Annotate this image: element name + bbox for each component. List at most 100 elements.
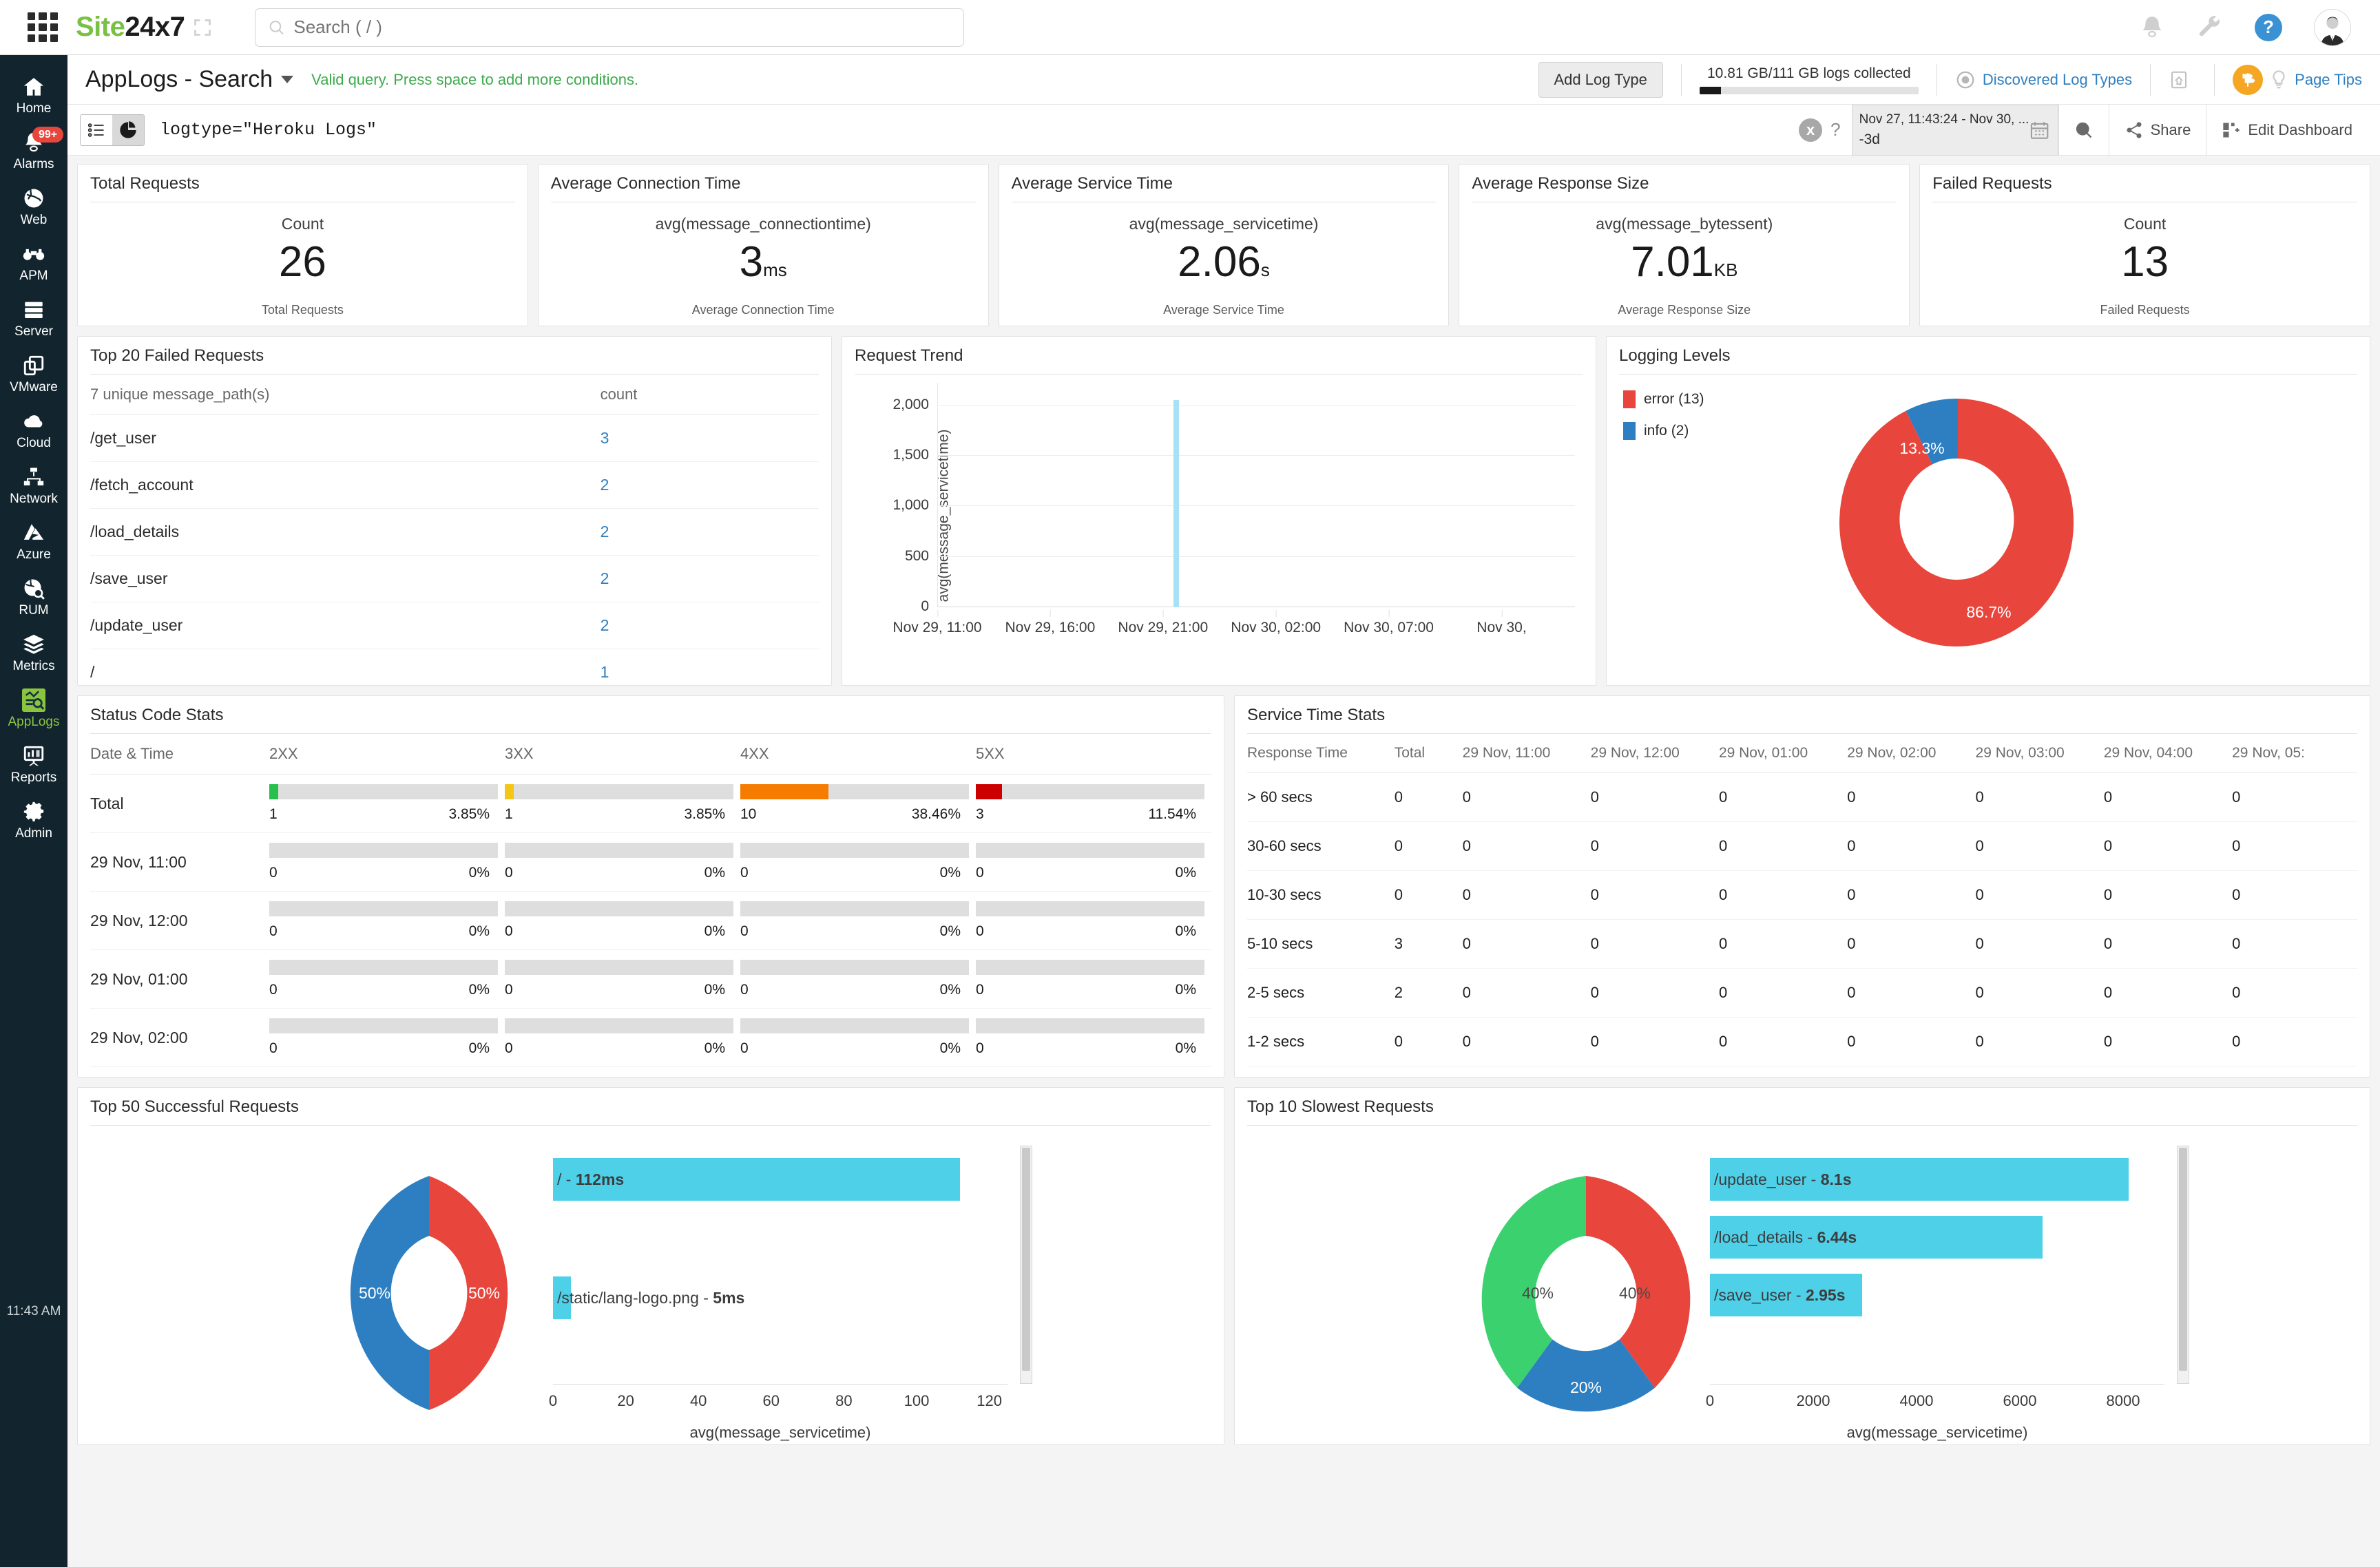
sidebar-item-alarms[interactable]: 99+ Alarms <box>0 123 67 179</box>
x-axis-tick: 8000 <box>2106 1392 2140 1409</box>
sidebar-item-apm[interactable]: APM <box>0 235 67 291</box>
service-time-cell: 0 <box>1590 1017 1719 1066</box>
status-percent: 0% <box>1175 923 1196 939</box>
bar-track <box>740 901 969 916</box>
clear-query-button[interactable]: x <box>1799 118 1823 142</box>
sidebar-item-network[interactable]: Network <box>0 458 67 514</box>
sidebar-item-server[interactable]: Server <box>0 291 67 346</box>
chart-view-icon[interactable] <box>112 114 144 145</box>
site24x7-logo[interactable]: Site24x7 <box>76 12 185 43</box>
kpi-card-4: Failed Requests Count 13 Failed Requests <box>1919 164 2370 326</box>
bar[interactable]: /load_details - 6.44s <box>1710 1216 2043 1259</box>
discovered-log-types-link[interactable]: Discovered Log Types <box>1983 71 2132 89</box>
column-header: 29 Nov, 11:00 <box>1462 734 1591 773</box>
service-time-cell: 0 <box>1718 919 1848 969</box>
sidebar-item-reports[interactable]: Reports <box>0 737 67 792</box>
sidebar-item-label: Admin <box>15 826 52 841</box>
app-grid-menu-icon[interactable] <box>28 12 58 43</box>
sidebar-item-cloud[interactable]: Cloud <box>0 402 67 458</box>
table-row[interactable]: /fetch_account 2 <box>90 461 819 509</box>
sidebar-item-home[interactable]: Home <box>0 67 67 123</box>
avatar[interactable] <box>2314 8 2351 46</box>
status-percent: 0% <box>468 1040 490 1056</box>
bar[interactable]: /static/lang-logo.png - 5ms <box>553 1276 744 1319</box>
chevron-down-icon[interactable] <box>281 76 294 83</box>
bar-track <box>269 784 498 799</box>
sidebar-item-azure[interactable]: Azure <box>0 514 67 569</box>
bar[interactable]: /update_user - 8.1s <box>1710 1158 2129 1201</box>
sidebar-item-vmware[interactable]: VMware <box>0 346 67 402</box>
view-mode-toggle[interactable] <box>80 114 145 146</box>
service-time-cell: 0 <box>1462 919 1591 969</box>
bar[interactable] <box>1173 400 1179 607</box>
sidebar-item-admin[interactable]: Admin <box>0 792 67 848</box>
sidebar-item-applogs[interactable]: AppLogs <box>0 681 67 737</box>
y-axis-line <box>937 383 938 607</box>
status-count: 0 <box>269 923 278 939</box>
table-row: Total 1 3.85% 1 3.85% 10 38.46% 3 11.54% <box>90 774 1211 833</box>
column-header: 4XX <box>740 734 976 775</box>
failed-request-count[interactable]: 1 <box>600 649 819 696</box>
scrollbar-thumb[interactable] <box>2179 1148 2187 1371</box>
kpi-value: 26 <box>90 238 515 286</box>
column-header: 3XX <box>505 734 740 775</box>
wrench-icon[interactable] <box>2197 14 2223 41</box>
status-percent: 0% <box>939 865 961 881</box>
date-range-picker[interactable]: Nov 27, 11:43:24 - Nov 30, ... -3d <box>1851 104 2058 156</box>
failed-request-count[interactable]: 2 <box>600 461 819 509</box>
table-row[interactable]: /load_details 2 <box>90 508 819 556</box>
pie-slice-label-b: 40% <box>1522 1284 1554 1302</box>
share-button[interactable]: Share <box>2108 104 2206 156</box>
scrollbar-thumb[interactable] <box>1022 1148 1030 1371</box>
legend-swatch <box>1623 390 1636 408</box>
expand-icon[interactable] <box>193 18 212 37</box>
service-time-cell: 0 <box>2232 870 2357 920</box>
scrollbar[interactable] <box>1020 1146 1032 1384</box>
tick-mark <box>937 610 938 617</box>
failed-request-count[interactable]: 2 <box>600 602 819 649</box>
table-row[interactable]: /update_user 2 <box>90 602 819 649</box>
status-percent: 0% <box>704 923 725 939</box>
kpi-aggregation: Count <box>2123 215 2167 233</box>
page-tips-group[interactable]: Page Tips <box>2233 64 2362 95</box>
sidebar-item-label: Metrics <box>12 659 55 673</box>
search-input[interactable] <box>293 17 952 38</box>
query-input[interactable]: logtype="Heroku Logs" <box>160 120 377 140</box>
status-cell-2XX: 0 0% <box>269 832 505 892</box>
sidebar-item-metrics[interactable]: Metrics <box>0 625 67 681</box>
logs-collected-progress <box>1699 86 1919 94</box>
failed-request-count[interactable]: 2 <box>600 555 819 602</box>
table-row[interactable]: /save_user 2 <box>90 555 819 602</box>
help-icon[interactable]: ? <box>2255 13 2282 41</box>
page-tips-link[interactable]: Page Tips <box>2295 71 2362 89</box>
card-title: Average Service Time <box>1011 174 1437 202</box>
table-row[interactable]: /1 <box>90 649 819 696</box>
bar[interactable]: / - 112ms <box>553 1158 961 1201</box>
sidebar-item-web[interactable]: Web <box>0 179 67 235</box>
bar-label: /static/lang-logo.png - 5ms <box>557 1288 745 1307</box>
failed-request-count[interactable]: 2 <box>600 508 819 556</box>
bar[interactable]: /save_user - 2.95s <box>1710 1274 1863 1316</box>
scrollbar[interactable] <box>2177 1146 2189 1384</box>
page-header: AppLogs - Search Valid query. Press spac… <box>67 55 2380 105</box>
failed-request-count[interactable]: 3 <box>600 414 819 462</box>
add-log-type-button[interactable]: Add Log Type <box>1538 61 1663 98</box>
kpi-footer: Average Response Size <box>1618 303 1751 317</box>
global-search-box[interactable] <box>255 8 965 47</box>
card-title: Status Code Stats <box>90 706 1211 734</box>
legend-item[interactable]: error (13) <box>1623 390 1704 408</box>
x-axis-tick: Nov 30, 07:00 <box>1344 610 1434 636</box>
logo-text-green: Site <box>76 12 125 42</box>
slowest-requests-bars: /update_user - 8.1s/load_details - 6.44s… <box>1706 1146 2192 1441</box>
x-axis-tick: Nov 29, 16:00 <box>1005 610 1095 636</box>
list-view-icon[interactable] <box>81 114 112 145</box>
bar-fill <box>269 784 278 799</box>
edit-dashboard-button[interactable]: Edit Dashboard <box>2206 104 2368 156</box>
table-row[interactable]: /get_user 3 <box>90 414 819 462</box>
sidebar-item-rum[interactable]: RUM <box>0 569 67 625</box>
home-dashboard-icon[interactable] <box>2169 70 2189 90</box>
legend-item[interactable]: info (2) <box>1623 422 1704 440</box>
query-help-icon[interactable]: ? <box>1830 119 1840 140</box>
run-search-button[interactable] <box>2058 104 2109 156</box>
bell-icon[interactable] <box>2139 14 2165 41</box>
